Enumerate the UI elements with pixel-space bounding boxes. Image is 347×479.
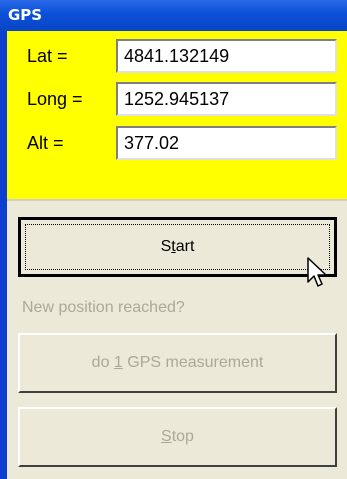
gps-measurement-button[interactable]: do 1 GPS measurement	[18, 333, 337, 393]
stop-button-label: Stop	[161, 428, 194, 445]
gps-panel: GPS Lat = Long = Alt = Start New positio…	[0, 0, 347, 479]
alt-label: Alt =	[27, 133, 64, 153]
long-label: Long =	[27, 89, 83, 109]
mouse-pointer-icon	[307, 257, 327, 287]
window-left-border	[0, 0, 7, 479]
window-title: GPS	[8, 6, 43, 24]
alt-field[interactable]	[116, 126, 337, 160]
new-position-prompt: New position reached?	[22, 299, 185, 316]
section-divider	[7, 199, 347, 201]
long-field[interactable]	[116, 82, 337, 116]
start-button[interactable]: Start	[18, 217, 337, 277]
lat-field[interactable]	[116, 39, 337, 73]
start-button-label: Start	[160, 238, 195, 255]
coordinates-section: Lat = Long = Alt =	[7, 31, 347, 199]
lat-label: Lat =	[27, 46, 68, 66]
title-bar: GPS	[0, 0, 347, 31]
gps-measurement-button-label: do 1 GPS measurement	[91, 354, 264, 371]
stop-button[interactable]: Stop	[18, 407, 337, 467]
